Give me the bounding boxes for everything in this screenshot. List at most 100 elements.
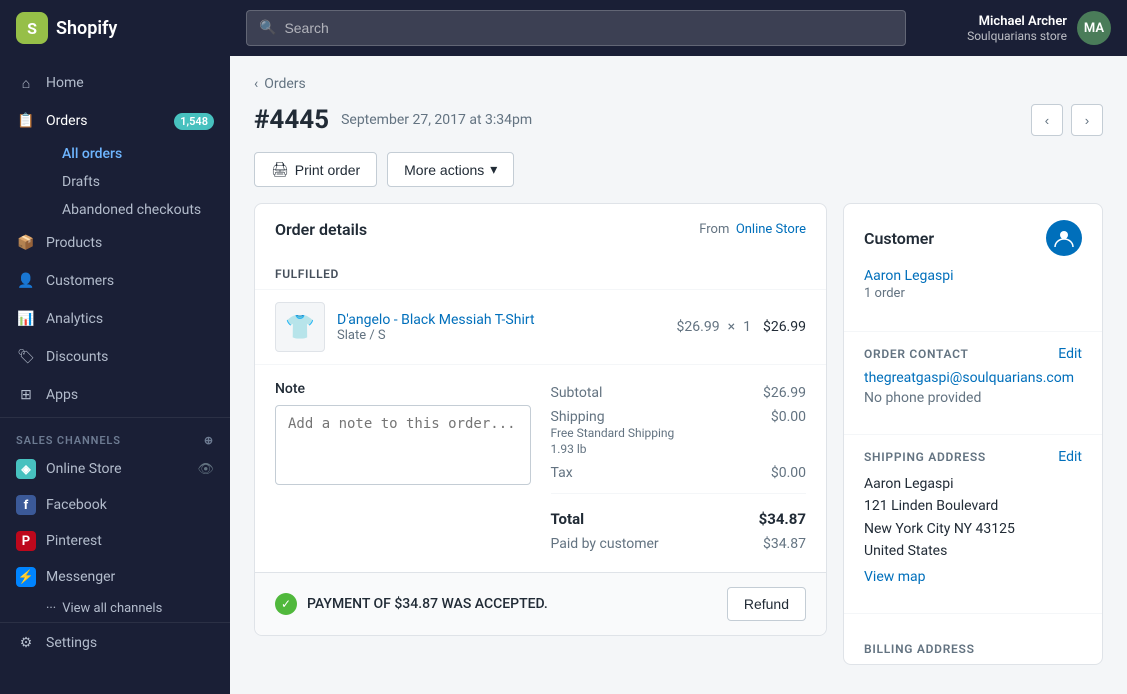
customer-name-link[interactable]: Aaron Legaspi [864,268,1082,284]
main-column: Order details From Online Store FULFILLE… [254,203,827,652]
next-order-button[interactable]: › [1071,104,1103,136]
sidebar-label-home: Home [46,75,214,91]
shipping-section: SHIPPING ADDRESS Edit Aaron Legaspi 121 … [844,449,1102,599]
top-navigation: S shopify 🔍 Michael Archer Soulquarians … [0,0,1127,56]
paid-row: Paid by customer $34.87 [551,532,807,556]
sidebar-label-customers: Customers [46,273,214,289]
payment-banner: ✓ PAYMENT OF $34.87 WAS ACCEPTED. Refund [255,572,826,635]
sidebar-item-apps[interactable]: ⊞ Apps [0,376,230,418]
view-map-link[interactable]: View map [864,569,926,585]
print-order-button[interactable]: 🖨 Print order [254,152,377,187]
channel-pinterest[interactable]: P Pinterest [0,523,230,559]
product-total: $26.99 [763,319,806,335]
shipping-weight: 1.93 lb [551,442,587,456]
contact-header: ORDER CONTACT Edit [864,346,1082,362]
customer-orders: 1 order [864,286,1082,301]
sidebar-item-abandoned-checkouts[interactable]: Abandoned checkouts [46,196,230,224]
shopify-logo: S [16,12,48,44]
order-date: September 27, 2017 at 3:34pm [341,112,532,128]
sidebar-item-settings[interactable]: ⚙ Settings [0,622,230,662]
sidebar-item-discounts[interactable]: 🏷 Discounts [0,338,230,376]
facebook-icon: f [16,495,36,515]
customer-section: Customer Aaron Legaspi 1 order [844,204,1102,317]
note-label: Note [275,381,531,397]
add-channel-button[interactable]: ⊕ [204,434,214,447]
order-details-title: Order details [275,220,367,239]
paid-label: Paid by customer [551,536,659,552]
print-icon: 🖨 [271,161,289,178]
shipping-edit-link[interactable]: Edit [1058,449,1082,465]
subtotal-label: Subtotal [551,385,603,401]
sidebar-item-products[interactable]: 📦 Products [0,224,230,262]
user-info: Michael Archer Soulquarians store [967,14,1067,43]
sidebar-label-apps: Apps [46,387,214,403]
sidebar-label-products: Products [46,235,214,251]
customers-icon: 👤 [16,271,36,291]
payment-left: ✓ PAYMENT OF $34.87 WAS ACCEPTED. [275,593,548,615]
search-input[interactable] [284,20,893,36]
product-info: D'angelo - Black Messiah T-Shirt Slate /… [337,312,665,343]
sidebar-item-all-orders[interactable]: All orders [46,140,230,168]
prev-order-button[interactable]: ‹ [1031,104,1063,136]
sidebar-label-settings: Settings [46,635,214,651]
sidebar-item-orders[interactable]: 📋 Orders 1,548 [0,102,230,140]
view-all-label: View all channels [62,601,162,616]
address-country: United States [864,540,1082,562]
product-qty: 1 [743,319,751,335]
sales-channels-label: SALES CHANNELS [16,434,121,447]
channel-facebook[interactable]: f Facebook [0,487,230,523]
more-actions-button[interactable]: More actions ▾ [387,152,514,187]
sidebar-label-discounts: Discounts [46,349,214,365]
logo-area[interactable]: S shopify [16,12,246,44]
tax-label: Tax [551,465,573,481]
paid-value: $34.87 [763,536,806,552]
customer-phone: No phone provided [864,390,1082,406]
divider-2 [844,434,1102,435]
sidebar-item-customers[interactable]: 👤 Customers [0,262,230,300]
shipping-value: $0.00 [771,409,806,457]
more-actions-label: More actions [404,162,484,178]
breadcrumb-back-arrow[interactable]: ‹ [254,76,258,92]
user-area[interactable]: Michael Archer Soulquarians store MA [967,11,1111,45]
channel-online-store[interactable]: ◈ Online Store 👁 [0,451,230,487]
divider-1 [844,331,1102,332]
billing-section: BILLING ADDRESS [844,628,1102,664]
page-header: #4445 September 27, 2017 at 3:34pm ‹ › [254,104,1103,136]
orders-badge: 1,548 [174,113,214,130]
settings-icon: ⚙ [16,633,36,653]
avatar[interactable]: MA [1077,11,1111,45]
two-col-layout: Order details From Online Store FULFILLE… [254,203,1103,681]
payment-text: PAYMENT OF $34.87 WAS ACCEPTED. [307,596,548,612]
main-content: ‹ Orders #4445 September 27, 2017 at 3:3… [230,56,1127,694]
note-input[interactable] [275,405,531,485]
customer-email[interactable]: thegreatgaspi@soulquarians.com [864,370,1082,386]
shipping-row: Shipping Free Standard Shipping 1.93 lb … [551,405,807,461]
sidebar-item-home[interactable]: ⌂ Home [0,64,230,102]
orders-icon: 📋 [16,111,36,131]
sidebar-item-drafts[interactable]: Drafts [46,168,230,196]
channel-label-facebook: Facebook [46,497,107,513]
search-bar[interactable]: 🔍 [246,10,906,46]
sales-channels-header: SALES CHANNELS ⊕ [0,422,230,451]
sidebar-label-orders: Orders [46,113,164,129]
fulfilled-badge: FULFILLED [255,251,826,289]
contact-edit-link[interactable]: Edit [1058,346,1082,362]
note-totals-section: Note Subtotal $26.99 Shippi [255,364,826,572]
view-all-channels[interactable]: ··· View all channels [0,595,230,622]
sidebar-item-analytics[interactable]: 📊 Analytics [0,300,230,338]
address-name: Aaron Legaspi [864,473,1082,495]
order-source-link[interactable]: Online Store [736,222,806,237]
online-store-eye-icon[interactable]: 👁 [197,462,214,477]
refund-button[interactable]: Refund [727,587,806,621]
channel-messenger[interactable]: ⚡ Messenger [0,559,230,595]
channel-label-online-store: Online Store [46,461,122,477]
product-name-link[interactable]: D'angelo - Black Messiah T-Shirt [337,312,665,328]
billing-label: BILLING ADDRESS [864,642,975,656]
search-icon: 🔍 [259,20,276,36]
tax-value: $0.00 [771,465,806,481]
shipping-label: SHIPPING ADDRESS [864,450,986,464]
user-name: Michael Archer [967,14,1067,29]
brand-name: shopify [56,18,117,39]
total-label: Total [551,510,585,528]
breadcrumb-orders-link[interactable]: Orders [264,76,306,92]
